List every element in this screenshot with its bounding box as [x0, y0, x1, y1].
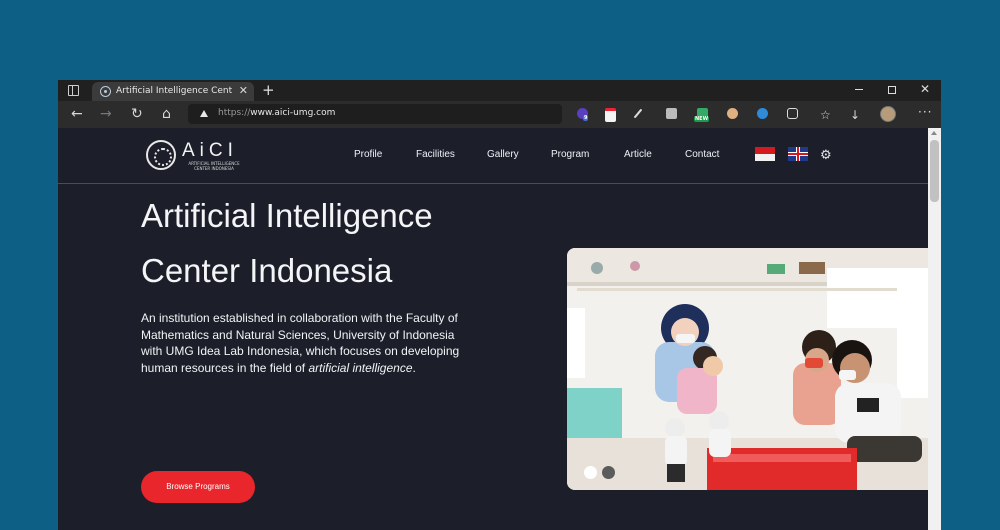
extension-face-icon[interactable] [727, 108, 738, 119]
window-close-button[interactable]: ✕ [920, 82, 930, 96]
extension-badge: 9 [583, 115, 589, 121]
pen-icon[interactable] [633, 108, 643, 119]
scrollbar-thumb[interactable] [930, 140, 939, 202]
hero-title-line-2: Center Indonesia [141, 252, 393, 289]
nav-article[interactable]: Article [624, 149, 652, 160]
gear-icon[interactable]: ⚙ [820, 148, 832, 163]
address-bar[interactable]: https://www.aici-umg.com [188, 104, 562, 124]
new-badge: NEW [694, 116, 710, 122]
browse-programs-button[interactable]: Browse Programs [141, 471, 255, 503]
uk-flag-icon[interactable] [788, 147, 808, 161]
web-page: AiCI ARTIFICIAL INTELLIGENCE CENTER INDO… [58, 128, 928, 530]
logo-text: AiCI [182, 140, 238, 161]
tab-close-icon[interactable]: ✕ [239, 84, 248, 97]
nav-contact[interactable]: Contact [685, 149, 719, 160]
carousel-dot-2[interactable] [602, 466, 615, 479]
download-icon[interactable]: ↓ [850, 105, 860, 125]
hero-title-line-1: Artificial Intelligence [141, 197, 433, 234]
browser-toolbar: ← → ↻ ⌂ https://www.aici-umg.com 9 NEW ☆… [58, 101, 941, 128]
tab-strip: Artificial Intelligence Center Indo ✕ + … [58, 80, 941, 101]
profile-avatar[interactable] [880, 106, 896, 122]
nav-profile[interactable]: Profile [354, 149, 382, 160]
new-tab-button[interactable]: + [262, 80, 275, 101]
maximize-button[interactable] [888, 86, 896, 94]
browser-tab[interactable]: Artificial Intelligence Center Indo ✕ [92, 82, 254, 101]
refresh-button[interactable]: ↻ [131, 104, 143, 124]
page-scrollbar[interactable] [928, 128, 941, 530]
site-favicon-icon [100, 86, 111, 97]
browser-menu-button[interactable]: ··· [918, 105, 932, 119]
hero-description: An institution established in collaborat… [141, 311, 460, 375]
hero-carousel[interactable] [567, 248, 928, 490]
nav-facilities[interactable]: Facilities [416, 149, 455, 160]
extension-gem-icon[interactable] [757, 108, 768, 119]
forward-button[interactable]: → [100, 104, 112, 124]
nav-gallery[interactable]: Gallery [487, 149, 519, 160]
home-button[interactable]: ⌂ [162, 104, 171, 124]
brain-logo-icon [146, 140, 176, 170]
extension-calendar-icon[interactable] [605, 108, 616, 122]
nav-program[interactable]: Program [551, 149, 589, 160]
tab-title: Artificial Intelligence Center Indo [116, 86, 232, 96]
tab-actions-icon[interactable] [68, 85, 79, 96]
site-logo[interactable]: AiCI ARTIFICIAL INTELLIGENCE CENTER INDO… [146, 140, 256, 174]
carousel-dot-1[interactable] [584, 466, 597, 479]
site-info-icon[interactable] [200, 110, 208, 117]
back-button[interactable]: ← [71, 104, 83, 124]
scroll-up-arrow-icon[interactable] [931, 131, 937, 135]
url-text[interactable]: https://www.aici-umg.com [218, 108, 335, 118]
minimize-button[interactable] [855, 89, 863, 90]
hero-title: Artificial Intelligence Center Indonesia [141, 188, 541, 298]
browser-window: Artificial Intelligence Center Indo ✕ + … [58, 80, 941, 530]
favorites-icon[interactable]: ☆ [820, 105, 831, 125]
hero-image [567, 248, 928, 490]
indonesia-flag-icon[interactable] [755, 147, 775, 161]
puzzle-icon[interactable] [787, 108, 798, 119]
site-header: AiCI ARTIFICIAL INTELLIGENCE CENTER INDO… [58, 128, 928, 184]
hero-description-emphasis: artificial intelligence [308, 360, 413, 375]
camera-icon[interactable] [666, 108, 677, 119]
logo-subtitle: ARTIFICIAL INTELLIGENCE CENTER INDONESIA [188, 161, 240, 171]
